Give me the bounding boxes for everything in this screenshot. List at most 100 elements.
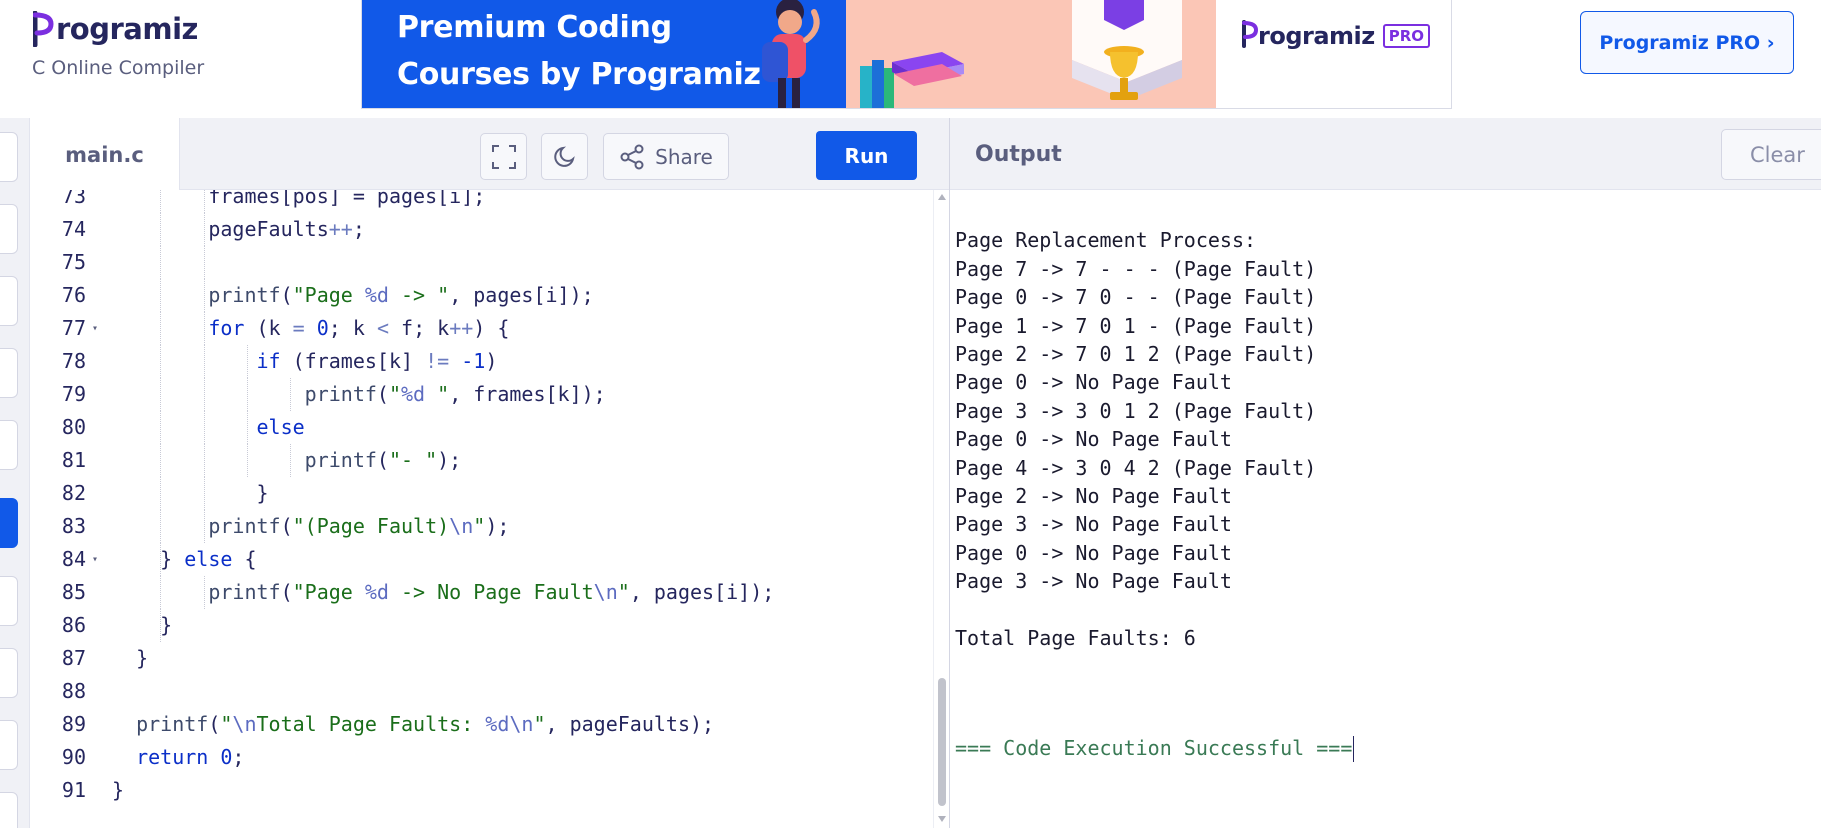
programiz-logo[interactable]: rogramiz [33,2,198,56]
code-token: (frames[k] [280,349,426,373]
code-token: ); [485,514,510,538]
code-token: "Page [292,283,365,307]
code-token: \n [449,514,474,538]
line-number: 76 [61,283,86,307]
line-number: 87 [61,646,86,670]
output-title: Output [975,141,1062,167]
scroll-down-arrow-icon[interactable] [938,816,946,822]
code-token: ) [485,349,498,373]
output-toolbar: Output Clear [950,118,1821,190]
code-line: 88 [30,675,940,708]
code-token: printf [112,382,377,406]
code-token: if [112,349,281,373]
code-token: ; k [328,316,377,340]
output-line: Total Page Faults: 6 [955,626,1196,650]
code-token: ( [280,514,293,538]
line-number: 82 [61,481,86,505]
fullscreen-button[interactable] [480,133,527,180]
execution-success-message: === Code Execution Successful === [955,732,1355,765]
share-icon [619,144,645,170]
code-line: 82 } [30,477,940,510]
code-token: ( [280,283,293,307]
programiz-pro-button[interactable]: Programiz PRO › [1580,11,1794,74]
code-token: printf [112,712,209,736]
indent-guide [160,246,162,279]
pro-logo-word: rogramiz [1258,22,1375,50]
code-text: return 0; [112,741,244,774]
code-token: ( [376,382,389,406]
sidebar-language-button-active[interactable] [0,498,18,548]
tab-main-c[interactable]: main.c [30,118,180,191]
code-line: 79 printf("%d ", frames[k]); [30,378,940,411]
sidebar-language-button[interactable] [0,576,18,626]
sidebar-language-button[interactable] [0,420,18,470]
code-text: printf("Page %d -> ", pages[i]); [112,279,593,312]
promo-banner[interactable]: Premium Coding Courses by Programiz rogr… [361,0,1452,109]
code-line: 75 [30,246,940,279]
code-token: pageFaults [112,217,329,241]
sidebar-language-button[interactable] [0,204,18,254]
code-text: } else { [112,543,256,576]
code-token: ++ [449,316,474,340]
sidebar-language-button[interactable] [0,132,18,182]
code-line: 91} [30,774,940,807]
line-number: 77 [61,316,86,340]
code-token: ( [376,448,389,472]
code-token: ++ [328,217,353,241]
code-text: printf("Page %d -> No Page Fault\n", pag… [112,576,774,609]
code-text: printf("(Page Fault)\n"); [112,510,509,543]
line-number: 91 [61,778,86,802]
code-token: printf [112,514,281,538]
fold-arrow-icon[interactable]: ▾ [92,312,98,345]
code-line: 74 pageFaults++; [30,213,940,246]
indent-guide [203,246,205,279]
sidebar-language-button[interactable] [0,720,18,770]
code-line: 89 printf("\nTotal Page Faults: %d\n", p… [30,708,940,741]
banner-line-2: Courses by Programiz [397,57,761,92]
code-token: " [388,382,401,406]
code-token: ( [208,712,221,736]
moon-icon [553,145,577,169]
sidebar-language-button[interactable] [0,648,18,698]
code-token: else [184,547,233,571]
line-number: 84 [61,547,86,571]
editor-toolbar: main.c Share Run [30,118,949,191]
code-line: 84 ▾ } else { [30,543,940,576]
scroll-up-arrow-icon[interactable] [938,194,946,200]
code-line: 78 if (frames[k] != -1) [30,345,940,378]
editor-scrollbar-thumb[interactable] [938,678,946,806]
run-button[interactable]: Run [816,131,917,180]
code-text: } [112,774,124,807]
code-token: %d [364,283,389,307]
output-console[interactable]: Page Replacement Process: Page 7 -> 7 - -… [950,190,1821,828]
code-token: printf [112,580,281,604]
programiz-logo-mark-icon [33,11,55,47]
code-token: "Page [292,580,365,604]
code-token: -> No Page Fault [388,580,594,604]
code-token: frames[pos] = pages[i]; [112,190,486,208]
code-text: pageFaults++; [112,213,365,246]
sidebar-language-button[interactable] [0,792,18,828]
language-sidebar [0,118,30,828]
code-token: 0 [220,745,233,769]
programiz-pro-logo: rogramiz PRO [1242,20,1431,52]
code-token: , pageFaults); [545,712,715,736]
line-number: 79 [61,382,86,406]
sidebar-language-button[interactable] [0,348,18,398]
code-text: printf("%d ", frames[k]); [112,378,606,411]
theme-toggle-button[interactable] [541,133,588,180]
code-line: 80 else [30,411,940,444]
code-editor[interactable]: 73 frames[pos] = pages[i]; 74 pageFaults+… [30,190,949,828]
fold-arrow-icon[interactable]: ▾ [92,543,98,576]
pro-logo-mark-icon [1242,20,1259,52]
editor-scrollbar[interactable] [933,190,949,828]
code-line: 90 return 0; [30,741,940,774]
clear-button[interactable]: Clear [1721,129,1821,180]
code-token: Total Page Faults: [256,712,486,736]
code-token: } [112,646,149,670]
line-number: 81 [61,448,86,472]
share-button[interactable]: Share [603,133,729,180]
sidebar-language-button[interactable] [0,276,18,326]
